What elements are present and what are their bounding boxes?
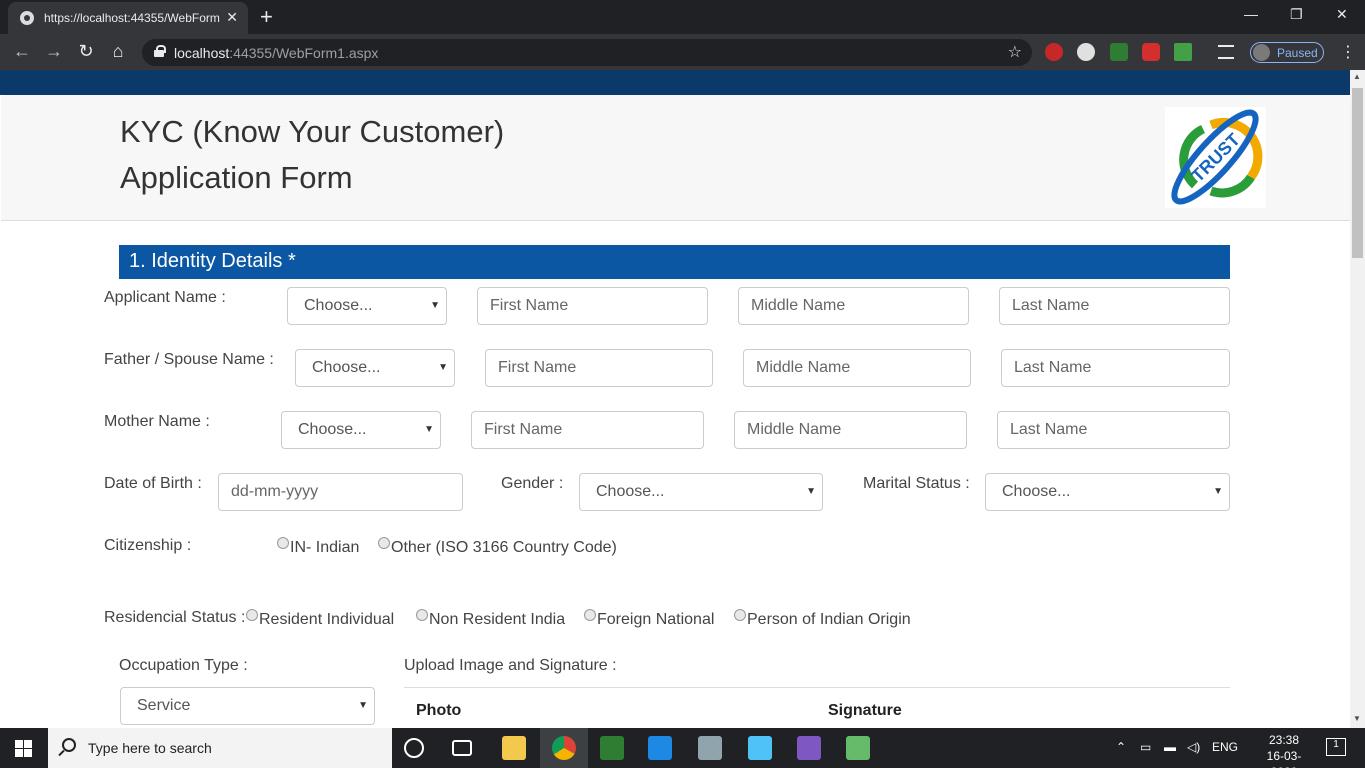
visual-studio-icon[interactable]: [797, 736, 821, 760]
father-prefix-select[interactable]: Choose... ▼: [295, 349, 455, 387]
father-first-name-input[interactable]: First Name: [485, 349, 713, 387]
extension-icon[interactable]: [1077, 43, 1095, 61]
avatar: [1253, 44, 1270, 61]
address-bar[interactable]: localhost:44355/WebForm1.aspx ☆: [142, 39, 1032, 66]
windows-start-icon[interactable]: [15, 740, 32, 757]
chevron-down-icon: ▼: [358, 700, 368, 711]
file-explorer-icon[interactable]: [502, 736, 526, 760]
marital-status-select[interactable]: Choose... ▼: [985, 473, 1230, 511]
scroll-up-icon[interactable]: ▲: [1353, 72, 1361, 81]
applicant-middle-name-input[interactable]: Middle Name: [738, 287, 969, 325]
applicant-name-label: Applicant Name :: [104, 289, 226, 306]
app-icon[interactable]: [748, 736, 772, 760]
chevron-up-icon[interactable]: ⌃: [1116, 740, 1126, 754]
url-text: localhost:44355/WebForm1.aspx: [174, 45, 379, 61]
chevron-down-icon: ▼: [438, 362, 448, 373]
minimize-icon[interactable]: —: [1244, 6, 1258, 22]
father-middle-name-input[interactable]: Middle Name: [743, 349, 971, 387]
father-spouse-name-label: Father / Spouse Name :: [104, 351, 274, 368]
lock-icon: [154, 45, 166, 57]
task-view-icon[interactable]: [452, 740, 472, 756]
scrollbar-thumb[interactable]: [1352, 88, 1363, 258]
non-resident-india-radio[interactable]: Non Resident India: [416, 609, 565, 629]
extension-icon[interactable]: [1174, 43, 1192, 61]
mother-last-name-input[interactable]: Last Name: [997, 411, 1230, 449]
citizenship-label: Citizenship :: [104, 537, 192, 554]
mother-name-label: Mother Name :: [104, 413, 210, 430]
chevron-down-icon: ▼: [1213, 486, 1223, 497]
notification-icon[interactable]: 1: [1326, 738, 1346, 756]
dob-label: Date of Birth :: [104, 475, 202, 492]
chrome-icon: [552, 736, 576, 760]
gender-label: Gender :: [501, 475, 564, 492]
menu-icon[interactable]: ⋮: [1340, 42, 1356, 62]
applicant-first-name-input[interactable]: First Name: [477, 287, 708, 325]
applicant-last-name-input[interactable]: Last Name: [999, 287, 1230, 325]
photo-column-header: Photo: [416, 702, 462, 719]
search-icon: [62, 738, 76, 752]
language-indicator[interactable]: ENG: [1212, 740, 1238, 754]
tab-title: https://localhost:44355/WebForm: [44, 11, 220, 25]
resident-individual-radio[interactable]: Resident Individual: [246, 609, 394, 629]
app-icon[interactable]: [846, 736, 870, 760]
media-control-icon[interactable]: [1218, 45, 1234, 59]
marital-status-label: Marital Status :: [863, 475, 970, 492]
extension-icon[interactable]: [1142, 43, 1160, 61]
app-icon[interactable]: [600, 736, 624, 760]
citizenship-other-radio[interactable]: Other (ISO 3166 Country Code): [378, 537, 617, 557]
app-icon[interactable]: [648, 736, 672, 760]
volume-icon[interactable]: ◁): [1187, 740, 1200, 754]
bookmark-star-icon[interactable]: ☆: [1008, 42, 1022, 62]
signature-column-header: Signature: [828, 702, 902, 719]
occupation-type-label: Occupation Type :: [119, 657, 248, 674]
section-title: 1. Identity Details *: [119, 245, 1230, 279]
mother-middle-name-input[interactable]: Middle Name: [734, 411, 967, 449]
profile-button[interactable]: Paused: [1250, 42, 1324, 63]
citizenship-indian-radio[interactable]: IN- Indian: [277, 537, 359, 557]
reload-icon[interactable]: ↻: [75, 41, 97, 62]
mother-prefix-select[interactable]: Choose... ▼: [281, 411, 441, 449]
foreign-national-radio[interactable]: Foreign National: [584, 609, 714, 629]
residential-status-label: Residencial Status :: [104, 609, 246, 626]
applicant-prefix-select[interactable]: Choose... ▼: [287, 287, 447, 325]
chevron-down-icon: ▼: [424, 424, 434, 435]
back-icon[interactable]: ←: [11, 41, 33, 62]
divider: [404, 687, 1230, 688]
person-of-indian-origin-radio[interactable]: Person of Indian Origin: [734, 609, 911, 629]
dob-input[interactable]: dd-mm-yyyy: [218, 473, 463, 511]
occupation-type-select[interactable]: Service ▼: [120, 687, 375, 725]
cortana-icon[interactable]: [404, 738, 424, 758]
browser-tab[interactable]: https://localhost:44355/WebForm ✕: [8, 2, 248, 34]
page-header: KYC (Know Your Customer) Application Form…: [1, 95, 1350, 221]
forward-icon[interactable]: →: [43, 41, 65, 62]
globe-icon: [20, 11, 34, 25]
browser-toolbar: ← → ↻ ⌂ localhost:44355/WebForm1.aspx ☆ …: [0, 34, 1365, 70]
close-window-icon[interactable]: ✕: [1336, 6, 1348, 23]
network-icon[interactable]: ▭: [1140, 740, 1151, 754]
page-title: KYC (Know Your Customer) Application Form: [120, 114, 505, 195]
browser-tabstrip: https://localhost:44355/WebForm ✕ + — ❐ …: [0, 0, 1365, 34]
father-last-name-input[interactable]: Last Name: [1001, 349, 1230, 387]
page-scrollbar[interactable]: ▲ ▼: [1350, 70, 1365, 728]
battery-icon[interactable]: ▬: [1164, 740, 1176, 754]
home-icon[interactable]: ⌂: [107, 41, 129, 62]
upload-label: Upload Image and Signature :: [404, 657, 617, 674]
shield-icon[interactable]: [1110, 43, 1128, 61]
gender-select[interactable]: Choose... ▼: [579, 473, 823, 511]
tab-close-icon[interactable]: ✕: [226, 9, 238, 26]
new-tab-icon[interactable]: +: [260, 4, 273, 30]
taskbar-search-box[interactable]: Type here to search: [48, 728, 392, 768]
chevron-down-icon: ▼: [430, 300, 440, 311]
app-icon[interactable]: [698, 736, 722, 760]
page-viewport: KYC (Know Your Customer) Application Form…: [0, 70, 1350, 728]
trust-logo: TRUST: [1165, 107, 1266, 208]
page-top-bar: [0, 70, 1350, 95]
extension-icon[interactable]: [1045, 43, 1063, 61]
scroll-down-icon[interactable]: ▼: [1353, 714, 1361, 723]
mother-first-name-input[interactable]: First Name: [471, 411, 704, 449]
maximize-icon[interactable]: ❐: [1290, 6, 1303, 23]
system-clock[interactable]: 23:38 16-03-2020: [1254, 732, 1314, 768]
taskbar: Type here to search ⌃ ▭ ▬ ◁) ENG 23:38 1…: [0, 728, 1365, 768]
chevron-down-icon: ▼: [806, 486, 816, 497]
